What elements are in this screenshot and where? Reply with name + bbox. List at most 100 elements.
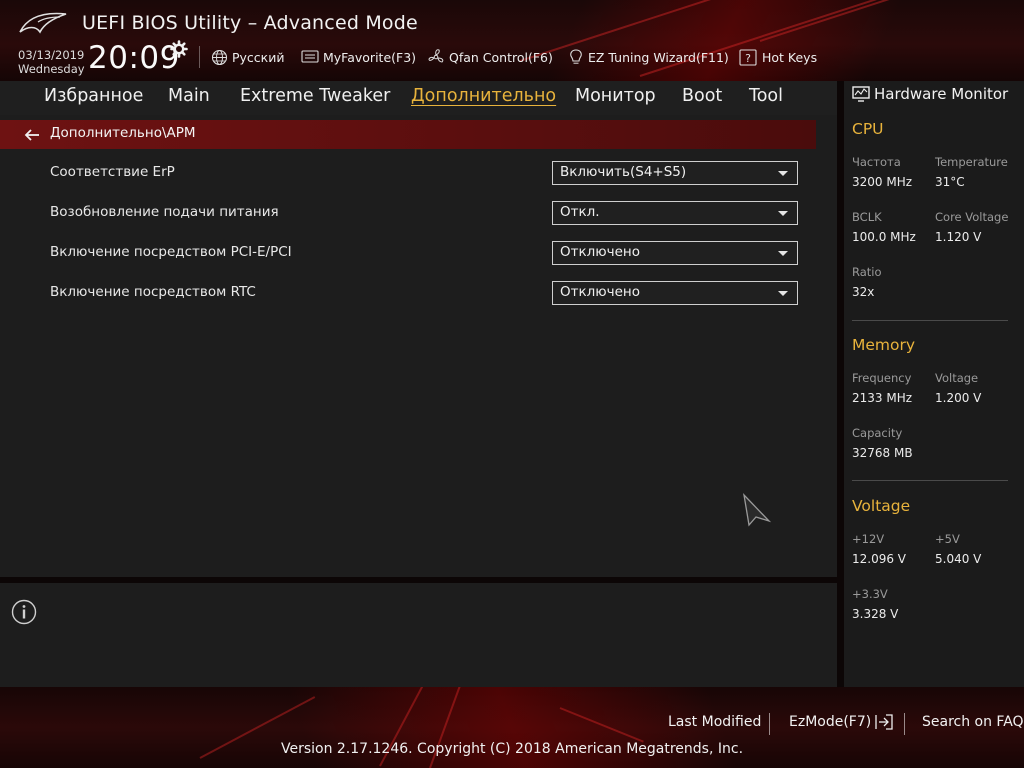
footer-decor-streak [559,707,644,743]
memory-voltage-label: Voltage [935,371,979,385]
hw-divider [852,480,1008,481]
hot-keys-label: Hot Keys [762,49,818,65]
ez-tuning-wizard-label: EZ Tuning Wizard(F11) [588,49,729,65]
erp-select[interactable]: Включить(S4+S5) [552,161,798,185]
help-icon: ? [739,48,757,66]
gear-icon[interactable] [170,40,188,58]
memory-voltage-value: 1.200 V [935,391,982,405]
memory-capacity-label: Capacity [852,426,903,440]
setting-row-rtc-wake: Включение посредством RTC Отключено [0,281,837,309]
setting-label-pcie-wake: Включение посредством PCI-E/PCI [50,244,292,260]
cpu-ratio-value: 32x [852,285,875,299]
info-icon [11,599,37,625]
voltage-5v-label: +5V [935,532,960,546]
footer-separator [904,713,905,735]
voltage-3v3-value: 3.328 V [852,607,899,621]
monitor-icon [852,86,870,102]
cpu-temperature-label: Temperature [935,155,1008,169]
language-label: Русский [232,49,285,65]
memory-capacity-value: 32768 MB [852,446,913,460]
setting-label-erp: Соответствие ErP [50,164,175,180]
main-tab-bar: Избранное Main Extreme Tweaker Дополните… [0,81,837,115]
myfavorite-label: MyFavorite(F3) [323,49,417,65]
voltage-5v-value: 5.040 V [935,552,982,566]
ezmode-button[interactable]: EzMode(F7) [789,714,894,730]
memory-heading: Memory [852,336,916,354]
voltage-12v-value: 12.096 V [852,552,907,566]
exit-icon [875,714,893,730]
date-text: 03/13/2019 [18,48,85,62]
header-bar: UEFI BIOS Utility – Advanced Mode 03/13/… [0,0,1024,81]
cpu-frequency-value: 3200 MHz [852,175,913,189]
tab-favorites[interactable]: Избранное [44,86,143,106]
breadcrumb-path: Дополнительно\APM [50,125,196,141]
copyright-text: Version 2.17.1246. Copyright (C) 2018 Am… [280,741,744,757]
pcie-wake-select-value: Отключено [560,244,641,260]
hot-keys-button[interactable]: ? Hot Keys [739,47,817,67]
power-restore-select[interactable]: Откл. [552,201,798,225]
rog-logo-icon [19,12,67,34]
footer-bar: Last Modified EzMode(F7) Search on FAQ V… [0,687,1024,768]
voltage-12v-label: +12V [852,532,885,546]
back-arrow-icon[interactable] [24,127,40,143]
chevron-down-icon [778,171,788,176]
hw-divider [852,320,1008,321]
svg-text:?: ? [745,52,751,65]
cpu-bclk-label: BCLK [852,210,882,224]
rtc-wake-select[interactable]: Отключено [552,281,798,305]
voltage-heading: Voltage [852,497,911,515]
memory-frequency-label: Frequency [852,371,912,385]
weekday-text: Wednesday [18,62,85,76]
help-info-panel [0,583,837,687]
fan-icon [428,49,444,63]
cpu-heading: CPU [852,120,884,138]
cpu-core-voltage-label: Core Voltage [935,210,1009,224]
cpu-frequency-label: Частота [852,155,901,169]
cpu-core-voltage-value: 1.120 V [935,230,982,244]
globe-icon [211,49,228,65]
tab-main[interactable]: Main [168,86,210,106]
last-modified-button[interactable]: Last Modified [668,714,761,730]
qfan-control-label: Qfan Control(F6) [449,49,553,65]
breadcrumb: Дополнительно\APM [0,120,816,149]
cpu-temperature-value: 31°C [935,175,965,189]
cpu-bclk-value: 100.0 MHz [852,230,916,244]
rtc-wake-select-value: Отключено [560,284,641,300]
hardware-monitor-title: Hardware Monitor [852,85,1008,103]
chevron-down-icon [778,251,788,256]
tab-tool[interactable]: Tool [749,86,783,106]
footer-separator [769,713,770,735]
cpu-ratio-label: Ratio [852,265,882,279]
mouse-cursor-icon [743,493,771,527]
setting-label-rtc-wake: Включение посредством RTC [50,284,256,300]
tab-extreme-tweaker[interactable]: Extreme Tweaker [240,86,390,106]
chevron-down-icon [778,211,788,216]
language-button[interactable]: Русский [211,47,284,67]
power-restore-select-value: Откл. [560,204,600,220]
tab-advanced[interactable]: Дополнительно [411,86,556,106]
setting-row-power-restore: Возобновление подачи питания Откл. [0,201,837,229]
qfan-control-button[interactable]: Qfan Control(F6) [427,47,553,67]
myfavorite-button[interactable]: MyFavorite(F3) [301,47,416,67]
lightbulb-icon [570,49,582,64]
setting-row-pcie-wake: Включение посредством PCI-E/PCI Отключен… [0,241,837,269]
erp-select-value: Включить(S4+S5) [560,164,687,180]
app-title: UEFI BIOS Utility – Advanced Mode [82,12,418,34]
header-separator [199,46,200,68]
date-block: 03/13/2019 Wednesday [18,48,85,76]
chevron-down-icon [778,291,788,296]
tab-boot[interactable]: Boot [682,86,722,106]
ezmode-label: EzMode(F7) [789,714,872,730]
pcie-wake-select[interactable]: Отключено [552,241,798,265]
voltage-3v3-label: +3.3V [852,587,888,601]
memory-frequency-value: 2133 MHz [852,391,913,405]
search-faq-button[interactable]: Search on FAQ [922,714,1024,730]
setting-row-erp: Соответствие ErP Включить(S4+S5) [0,161,837,189]
setting-label-power-restore: Возобновление подачи питания [50,204,279,220]
ez-tuning-wizard-button[interactable]: EZ Tuning Wizard(F11) [568,47,729,67]
clock: 20:09 [88,40,180,76]
hardware-monitor-panel: Hardware Monitor CPU Частота Temperature… [844,81,1024,687]
hardware-monitor-title-text: Hardware Monitor [874,85,1009,103]
tab-monitor[interactable]: Монитор [575,86,656,106]
settings-panel: Дополнительно\APM Соответствие ErP Включ… [0,115,837,577]
